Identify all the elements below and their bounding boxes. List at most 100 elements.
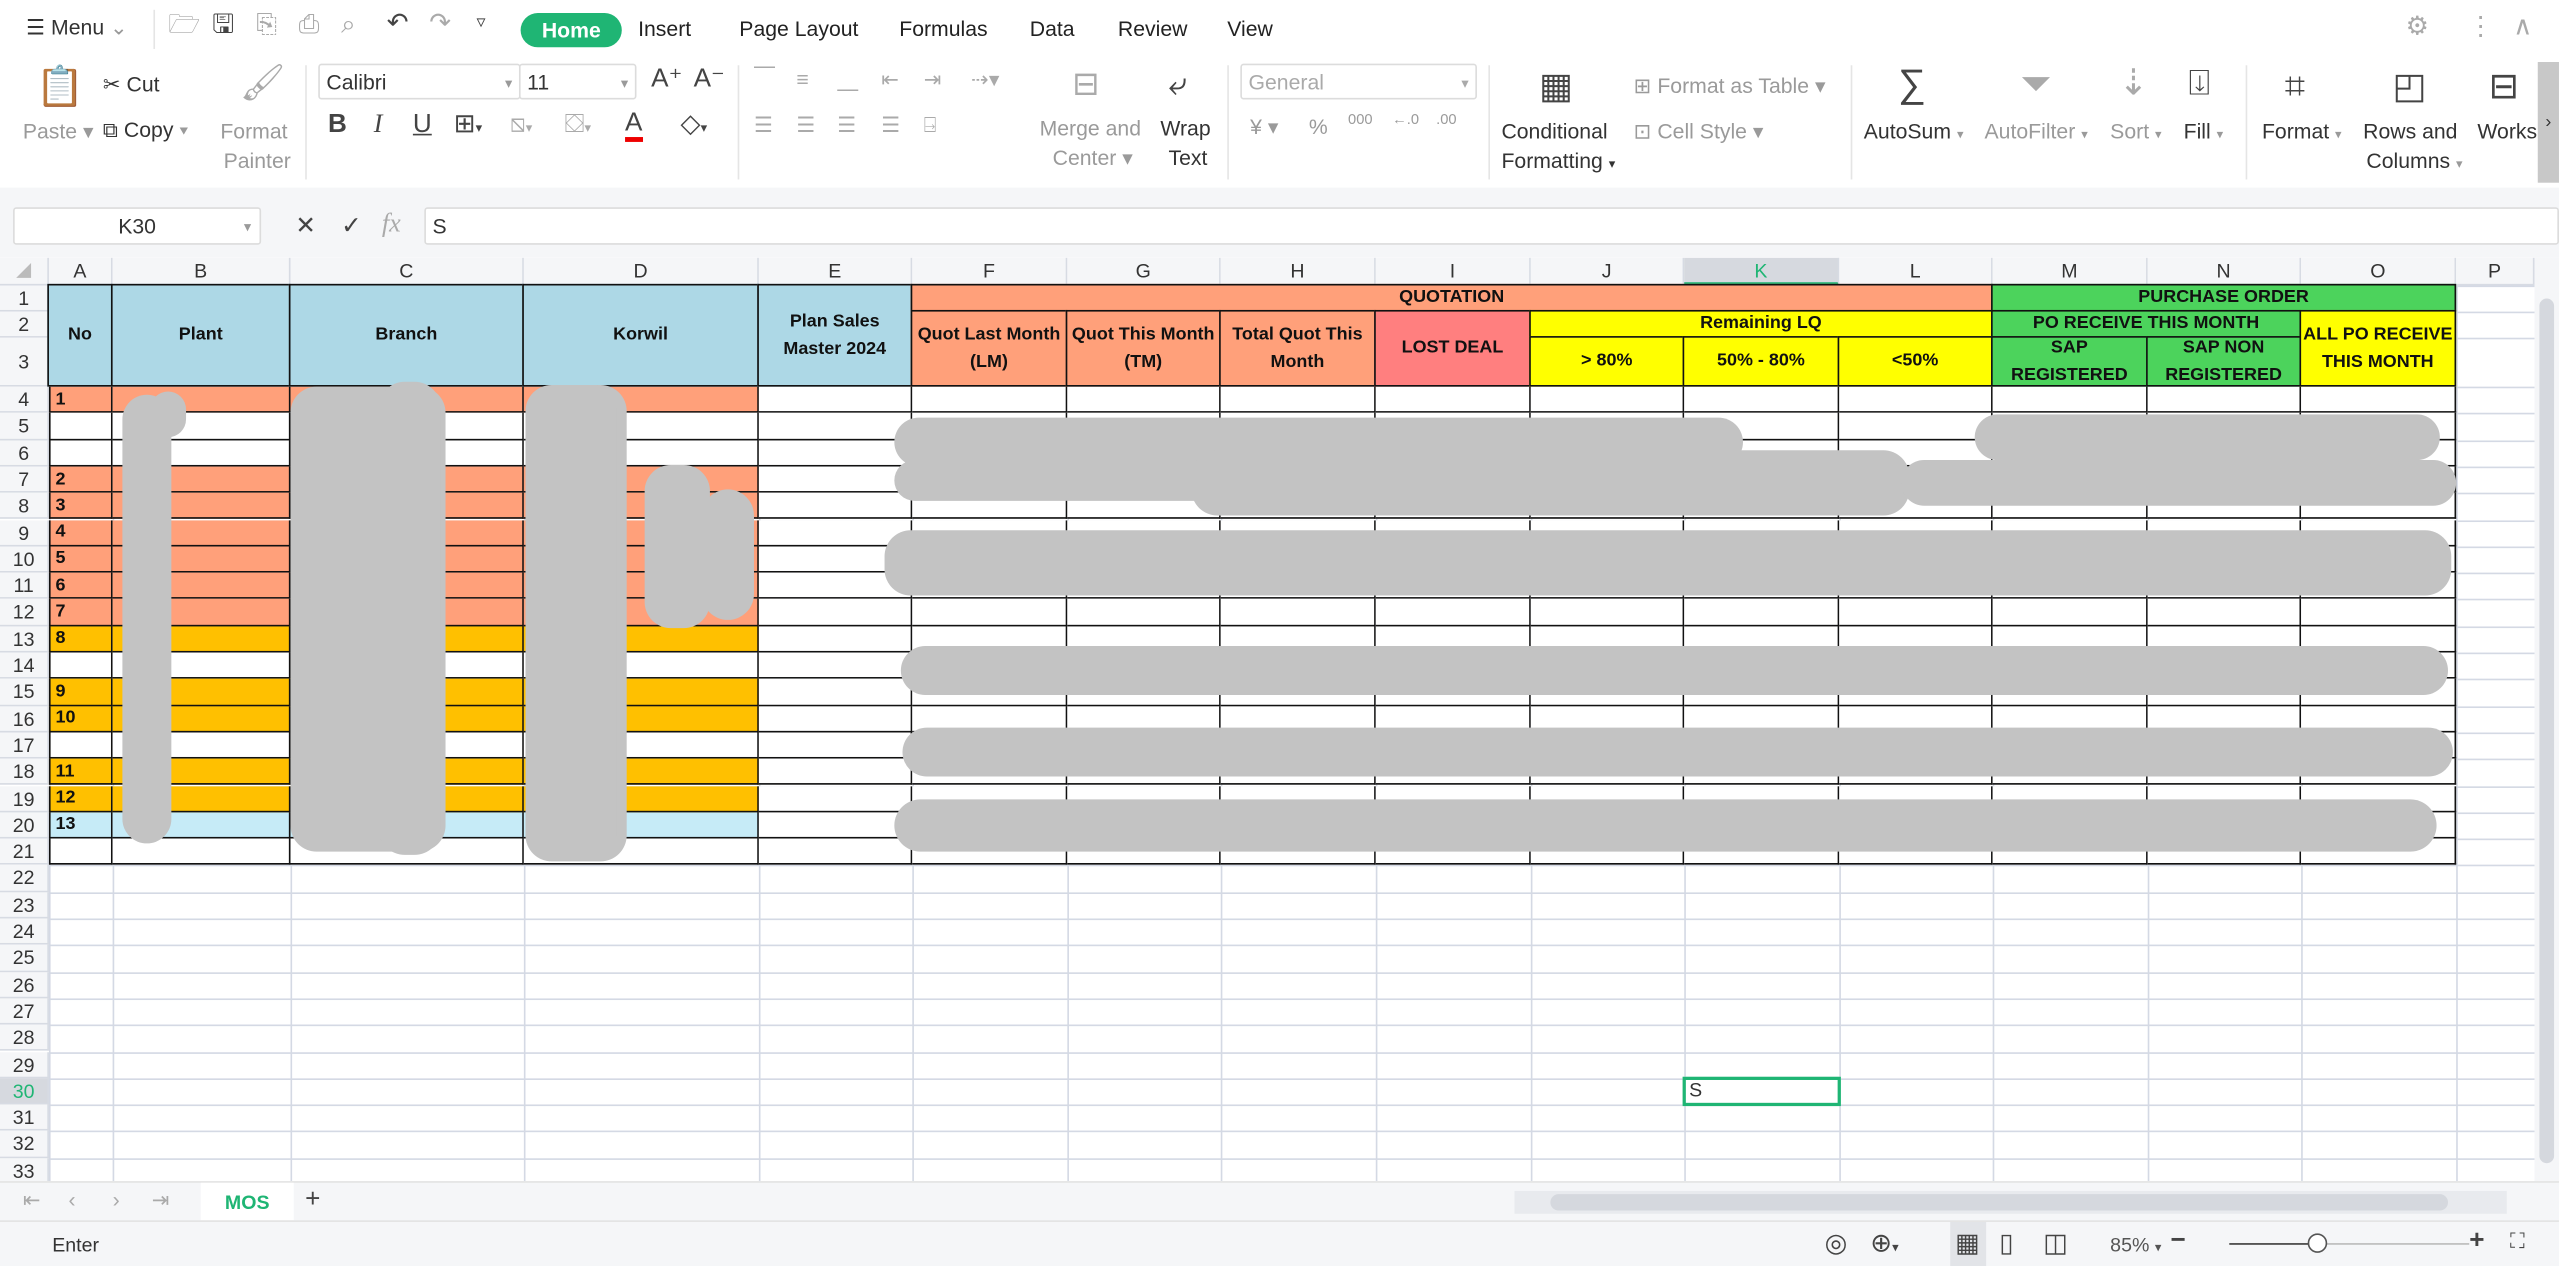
format-as-table-button[interactable]: ⊞ Format as Table ▾ <box>1634 73 1826 99</box>
row-header-15[interactable]: 15 <box>0 679 49 706</box>
table-cell[interactable] <box>758 732 913 759</box>
row-number-cell[interactable]: 1 <box>48 386 113 414</box>
confirm-icon[interactable]: ✓ <box>341 214 362 238</box>
header-korwil[interactable]: Korwil <box>522 283 759 387</box>
table-cell[interactable] <box>1839 413 1993 440</box>
header-quotation[interactable]: QUOTATION <box>910 283 1993 312</box>
vertical-scroll-thumb[interactable] <box>2539 298 2555 1164</box>
row-number-cell[interactable]: 8 <box>48 625 113 653</box>
table-cell[interactable] <box>2301 386 2457 414</box>
table-cell[interactable] <box>912 386 1068 414</box>
row-header-29[interactable]: 29 <box>0 1051 49 1079</box>
header-all-po-receive-this-month[interactable]: ALL PO RECEIVE THIS MONTH <box>2299 309 2457 387</box>
text-direction-icon[interactable]: ⇢▾ <box>971 69 999 90</box>
wrap-text-label-1[interactable]: Wrap <box>1160 116 1210 140</box>
column-header-j[interactable]: J <box>1530 257 1685 286</box>
table-cell[interactable] <box>758 838 913 866</box>
table-cell[interactable] <box>912 599 1068 626</box>
row-header-3[interactable]: 3 <box>0 337 49 387</box>
table-cell[interactable] <box>1067 386 1221 414</box>
clear-icon[interactable]: ◇▾ <box>681 112 708 139</box>
normal-view-icon[interactable]: ▦ <box>1955 1231 1980 1258</box>
row-header-4[interactable]: 4 <box>0 386 49 414</box>
prev-sheet-icon[interactable]: ‹ <box>69 1189 76 1210</box>
zoom-slider[interactable] <box>2229 1233 2470 1253</box>
active-cell[interactable]: S <box>1682 1076 1841 1107</box>
row-number-cell[interactable] <box>48 413 113 440</box>
row-header-2[interactable]: 2 <box>0 311 49 338</box>
percent-button[interactable]: % <box>1309 114 1328 138</box>
column-header-i[interactable]: I <box>1375 257 1531 286</box>
row-header-22[interactable]: 22 <box>0 865 49 892</box>
column-header-g[interactable]: G <box>1067 257 1221 286</box>
format-painter-label-1[interactable]: Format <box>220 119 287 143</box>
fullscreen-icon[interactable]: ⛶ <box>2510 1230 2525 1251</box>
conditional-formatting-icon[interactable]: ▦ <box>1539 68 1573 105</box>
format-painter-label-2[interactable]: Painter <box>224 148 291 172</box>
row-header-28[interactable]: 28 <box>0 1024 49 1052</box>
row-number-cell[interactable]: 12 <box>48 785 113 813</box>
header-plan-sales-master-2024[interactable]: Plan Sales Master 2024 <box>757 283 913 387</box>
table-cell[interactable] <box>1375 599 1531 626</box>
row-number-cell[interactable] <box>48 732 113 759</box>
column-header-c[interactable]: C <box>290 257 524 286</box>
collapse-ribbon-icon[interactable]: ∧ <box>2513 14 2532 41</box>
row-number-cell[interactable]: 7 <box>48 599 113 626</box>
worksheet-grid[interactable]: ◢ A B C D E F G H I J K L M N O P 1 2 3 4 5 6 7 8 9 10 11 12 13 14 15 16… <box>0 257 2535 1182</box>
tab-home[interactable]: Home <box>520 13 622 48</box>
table-cell[interactable] <box>758 758 913 786</box>
print-preview-icon[interactable]: ⌕ <box>341 12 356 39</box>
row-number-cell[interactable]: 6 <box>48 572 113 600</box>
row-header-11[interactable]: 11 <box>0 572 49 600</box>
table-cell[interactable] <box>1530 599 1685 626</box>
row-header-32[interactable]: 32 <box>0 1131 49 1158</box>
open-icon[interactable]: 🗁 <box>168 12 200 39</box>
page-break-view-icon[interactable]: ◫ <box>2043 1231 2068 1258</box>
column-header-p[interactable]: P <box>2456 257 2535 286</box>
zoom-slider-knob[interactable] <box>2308 1233 2328 1253</box>
row-number-cell[interactable]: 3 <box>48 492 113 520</box>
row-header-17[interactable]: 17 <box>0 732 49 759</box>
header-quot-this-month-tm[interactable]: Quot This Month (TM) <box>1065 309 1221 387</box>
column-header-o[interactable]: O <box>2301 257 2457 286</box>
row-header-20[interactable]: 20 <box>0 812 49 839</box>
font-color-icon[interactable]: A <box>625 110 643 142</box>
redo-icon[interactable]: ↷ <box>429 11 451 37</box>
merge-center-label-1[interactable]: Merge and <box>1040 116 1141 140</box>
row-header-31[interactable]: 31 <box>0 1104 49 1132</box>
column-header-b[interactable]: B <box>112 257 291 286</box>
row-number-cell[interactable]: 10 <box>48 705 113 733</box>
row-header-27[interactable]: 27 <box>0 998 49 1025</box>
row-number-cell[interactable]: 13 <box>48 812 113 839</box>
copy-button[interactable]: ⧉ Copy ▾ <box>103 117 188 143</box>
table-cell[interactable] <box>758 466 913 493</box>
table-cell[interactable] <box>1839 386 1993 414</box>
autofilter-button[interactable]: AutoFilter ▾ <box>1985 119 2088 143</box>
table-cell[interactable] <box>1530 386 1685 414</box>
align-top-icon[interactable]: ⎺ <box>754 65 775 86</box>
table-cell[interactable] <box>2147 386 2302 414</box>
table-cell[interactable] <box>112 838 291 866</box>
row-header-6[interactable]: 6 <box>0 439 49 467</box>
table-cell[interactable] <box>758 652 913 680</box>
filter-icon[interactable]: ⏷ <box>2020 64 2051 104</box>
zoom-in-icon[interactable]: + <box>2469 1228 2484 1254</box>
header-sap-non-registered[interactable]: SAP NON REGISTERED <box>2146 336 2302 387</box>
column-header-l[interactable]: L <box>1839 257 1993 286</box>
vertical-scrollbar[interactable] <box>2534 257 2559 1182</box>
worksheet-button[interactable]: Works <box>2477 119 2537 143</box>
page-view-icon[interactable]: ▯ <box>1999 1231 2013 1258</box>
italic-icon[interactable]: I <box>374 112 383 139</box>
horizontal-scroll-thumb[interactable] <box>1550 1194 2448 1211</box>
row-header-8[interactable]: 8 <box>0 492 49 520</box>
tab-data[interactable]: Data <box>1030 13 1075 44</box>
row-header-9[interactable]: 9 <box>0 519 49 547</box>
row-header-21[interactable]: 21 <box>0 838 49 866</box>
align-right-icon[interactable]: ☰ <box>837 114 856 135</box>
row-number-cell[interactable]: 4 <box>48 519 113 547</box>
row-header-23[interactable]: 23 <box>0 891 49 919</box>
conditional-formatting-label-2[interactable]: Formatting ▾ <box>1501 148 1615 172</box>
decrease-indent-icon[interactable]: ⇤ <box>881 69 899 90</box>
customize-dropdown-icon[interactable]: ▿ <box>477 14 486 33</box>
cancel-icon[interactable]: ✕ <box>295 214 316 238</box>
